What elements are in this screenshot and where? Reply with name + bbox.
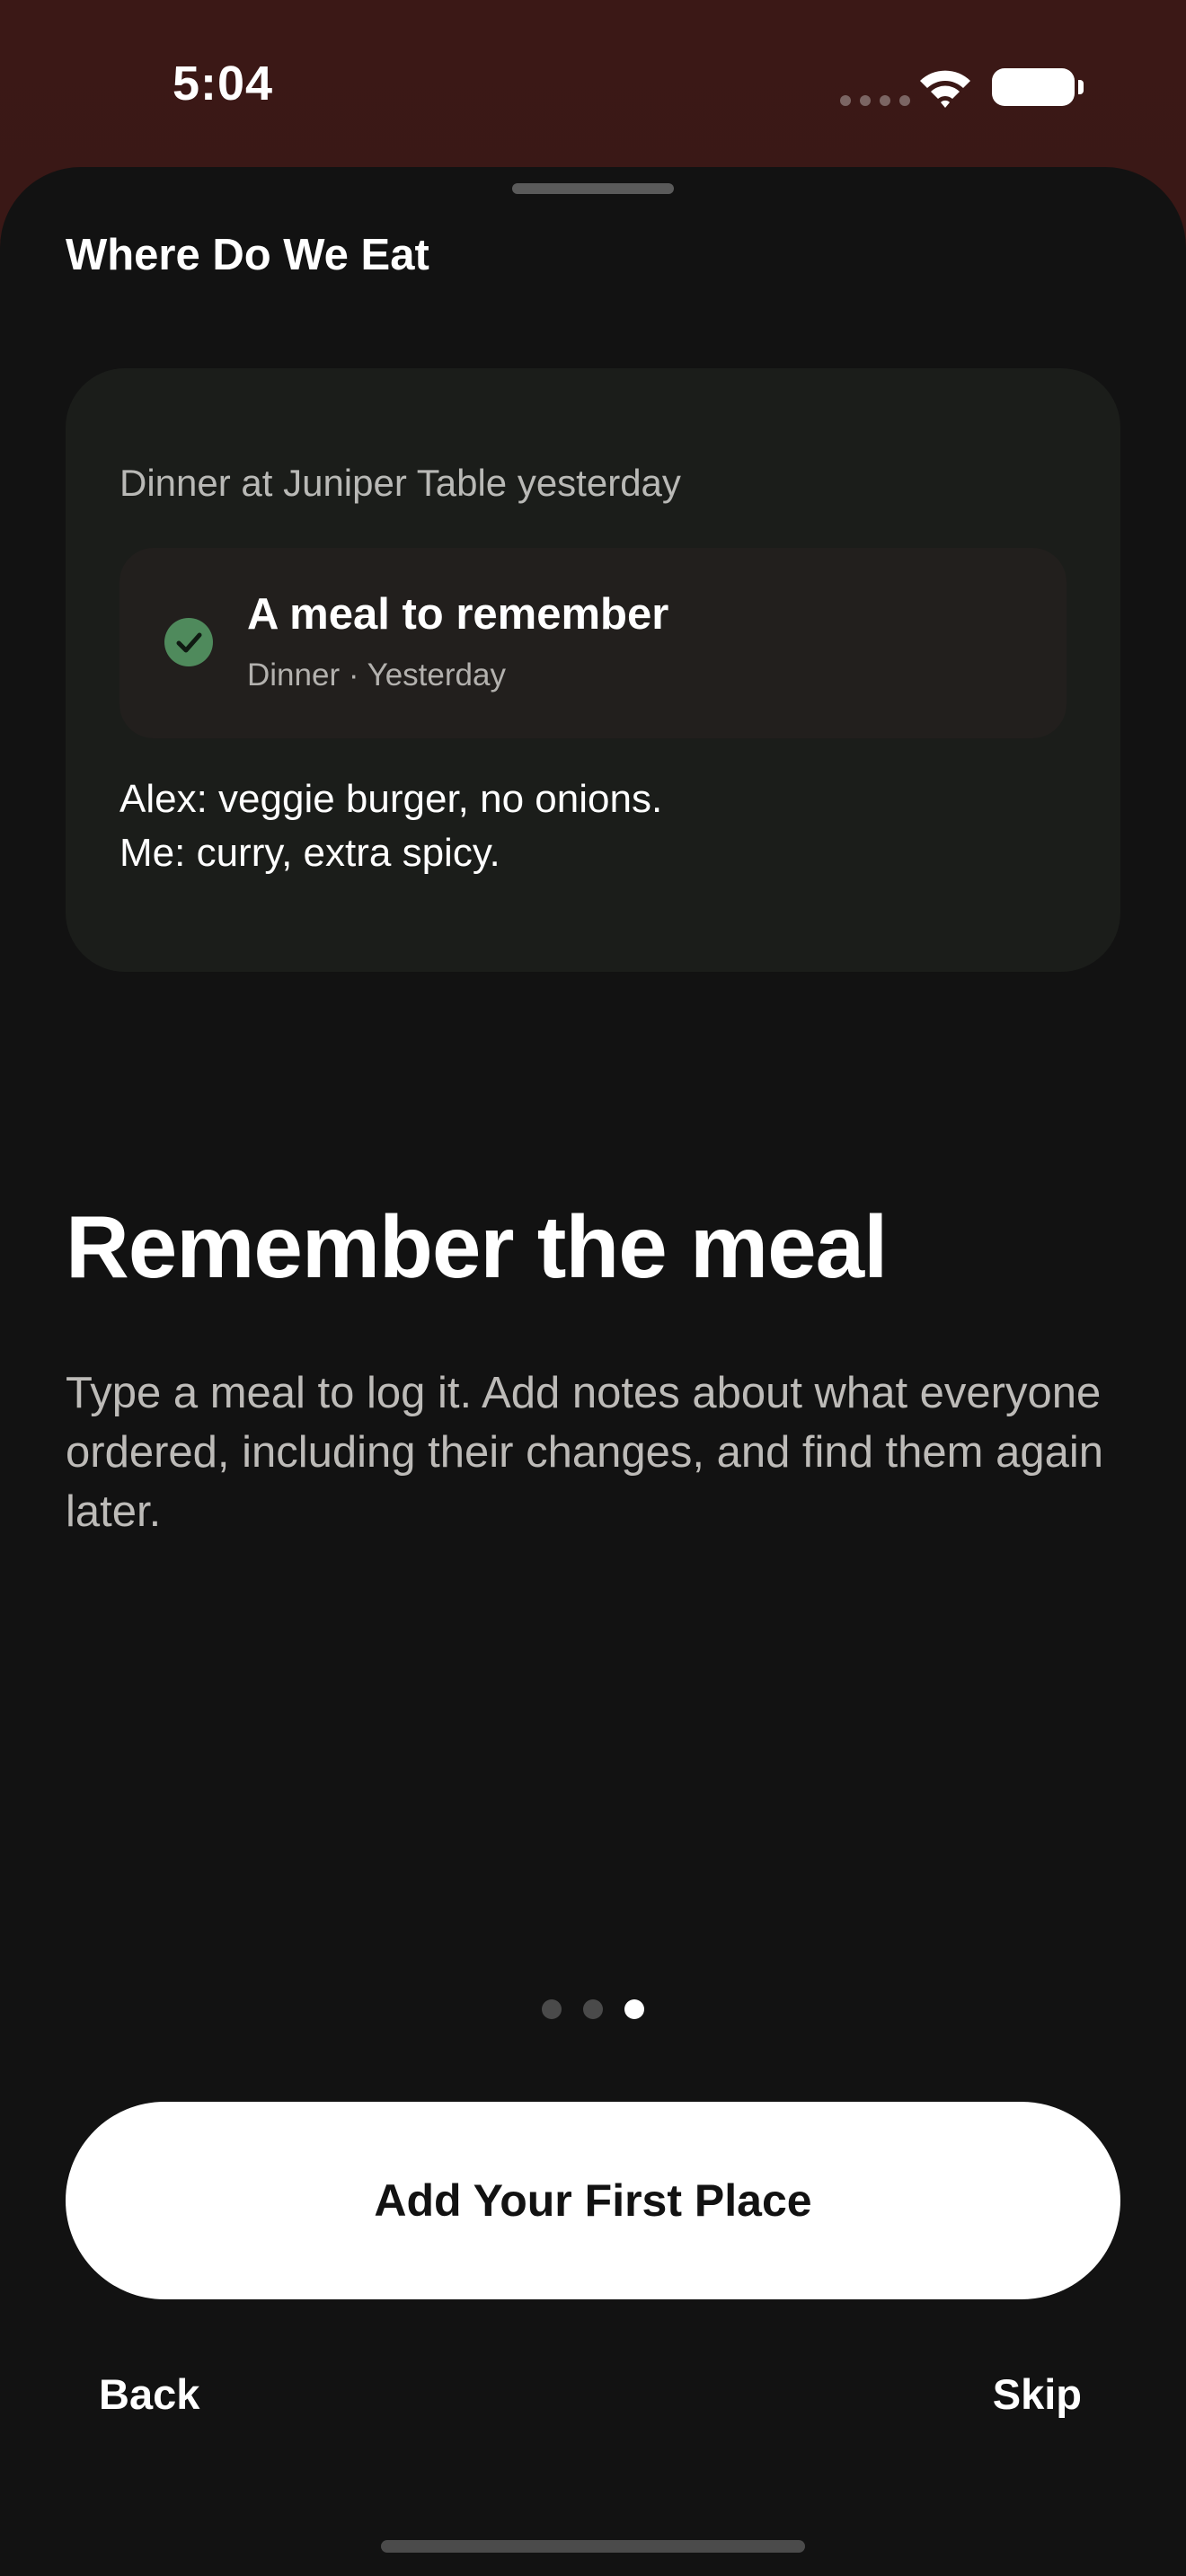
screen: 5:04 Where Do We Eat Dinner at Juniper T… — [0, 0, 1186, 2576]
battery-icon — [992, 68, 1084, 106]
note-line: Alex: veggie burger, no onions. — [119, 777, 663, 821]
meal-subtitle: Dinner · Yesterday — [247, 657, 506, 693]
home-indicator — [381, 2540, 805, 2553]
skip-button[interactable]: Skip — [993, 2369, 1082, 2419]
note-line: Me: curry, extra spicy. — [119, 831, 500, 875]
page-dot[interactable] — [583, 1999, 603, 2019]
meal-preview-card: Dinner at Juniper Table yesterday A meal… — [66, 368, 1120, 972]
page-dot[interactable] — [542, 1999, 562, 2019]
sheet-grabber[interactable] — [512, 183, 674, 194]
cellular-signal-icon — [840, 95, 910, 106]
preview-caption: Dinner at Juniper Table yesterday — [119, 462, 681, 504]
wifi-icon — [920, 70, 970, 108]
back-button[interactable]: Back — [99, 2369, 199, 2419]
meal-title: A meal to remember — [247, 590, 669, 639]
onboarding-description: Type a meal to log it. Add notes about w… — [66, 1369, 1103, 1536]
meal-notes: Alex: veggie burger, no onions. Me: curr… — [119, 772, 662, 880]
app-title: Where Do We Eat — [66, 231, 429, 279]
add-first-place-button[interactable]: Add Your First Place — [66, 2102, 1120, 2299]
meal-row: A meal to remember Dinner · Yesterday — [119, 548, 1067, 738]
page-indicator[interactable] — [542, 1999, 644, 2019]
onboarding-headline: Remember the meal — [66, 1197, 888, 1296]
status-time: 5:04 — [173, 57, 274, 110]
onboarding-sheet: Where Do We Eat Dinner at Juniper Table … — [0, 167, 1186, 2576]
page-dot-active[interactable] — [624, 1999, 644, 2019]
checkmark-circle-icon — [164, 618, 213, 666]
